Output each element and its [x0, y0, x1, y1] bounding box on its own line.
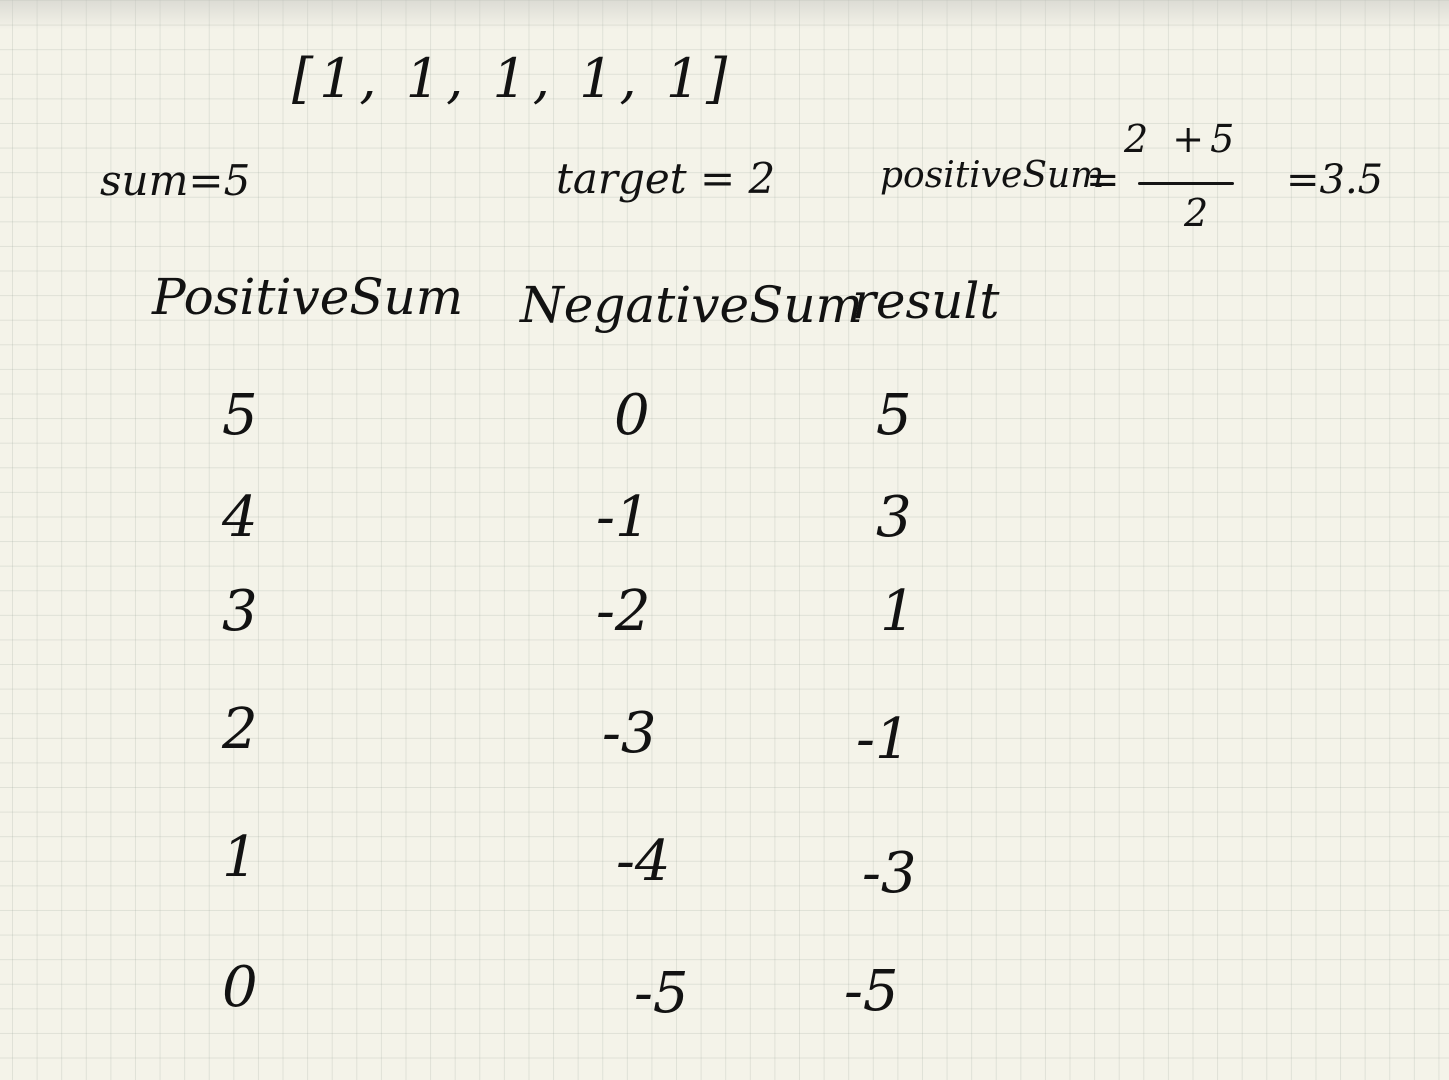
positive-sum-formula-result: =3.5	[1286, 157, 1384, 203]
table-cell-positive-sum: 2	[222, 697, 258, 762]
positive-sum-formula-equals: =	[1086, 157, 1120, 203]
page-top-shadow	[0, 0, 1449, 30]
table-cell-positive-sum: 3	[222, 579, 258, 644]
column-header-negative-sum: NegativeSum	[520, 276, 863, 334]
positive-sum-formula-name: positiveSum	[880, 155, 1105, 196]
table-cell-negative-sum: -1	[596, 485, 651, 550]
fraction-numerator: 2 +5	[1124, 117, 1241, 161]
column-header-positive-sum: PositiveSum	[152, 268, 464, 326]
table-cell-result: -5	[844, 959, 899, 1024]
table-cell-result: 5	[876, 383, 912, 448]
table-cell-positive-sum: 5	[222, 383, 258, 448]
table-cell-positive-sum: 1	[222, 825, 258, 890]
table-cell-negative-sum: -4	[616, 829, 671, 894]
table-cell-result: -3	[862, 841, 917, 906]
table-cell-negative-sum: -3	[602, 701, 657, 766]
table-cell-negative-sum: -2	[596, 579, 651, 644]
column-header-result: result	[852, 272, 1000, 330]
table-cell-result: -1	[856, 707, 911, 772]
table-cell-positive-sum: 4	[222, 485, 258, 550]
table-cell-negative-sum: -5	[634, 961, 689, 1026]
table-cell-negative-sum: 0	[614, 383, 650, 448]
table-cell-result: 1	[880, 579, 916, 644]
table-cell-result: 3	[876, 485, 912, 550]
target-label: target = 2	[556, 154, 776, 203]
fraction-denominator: 2	[1184, 191, 1209, 235]
fraction-bar	[1138, 182, 1234, 185]
sum-label: sum=5	[100, 156, 251, 205]
table-cell-positive-sum: 0	[222, 955, 258, 1020]
array-expression: [1, 1, 1, 1, 1]	[292, 47, 734, 110]
